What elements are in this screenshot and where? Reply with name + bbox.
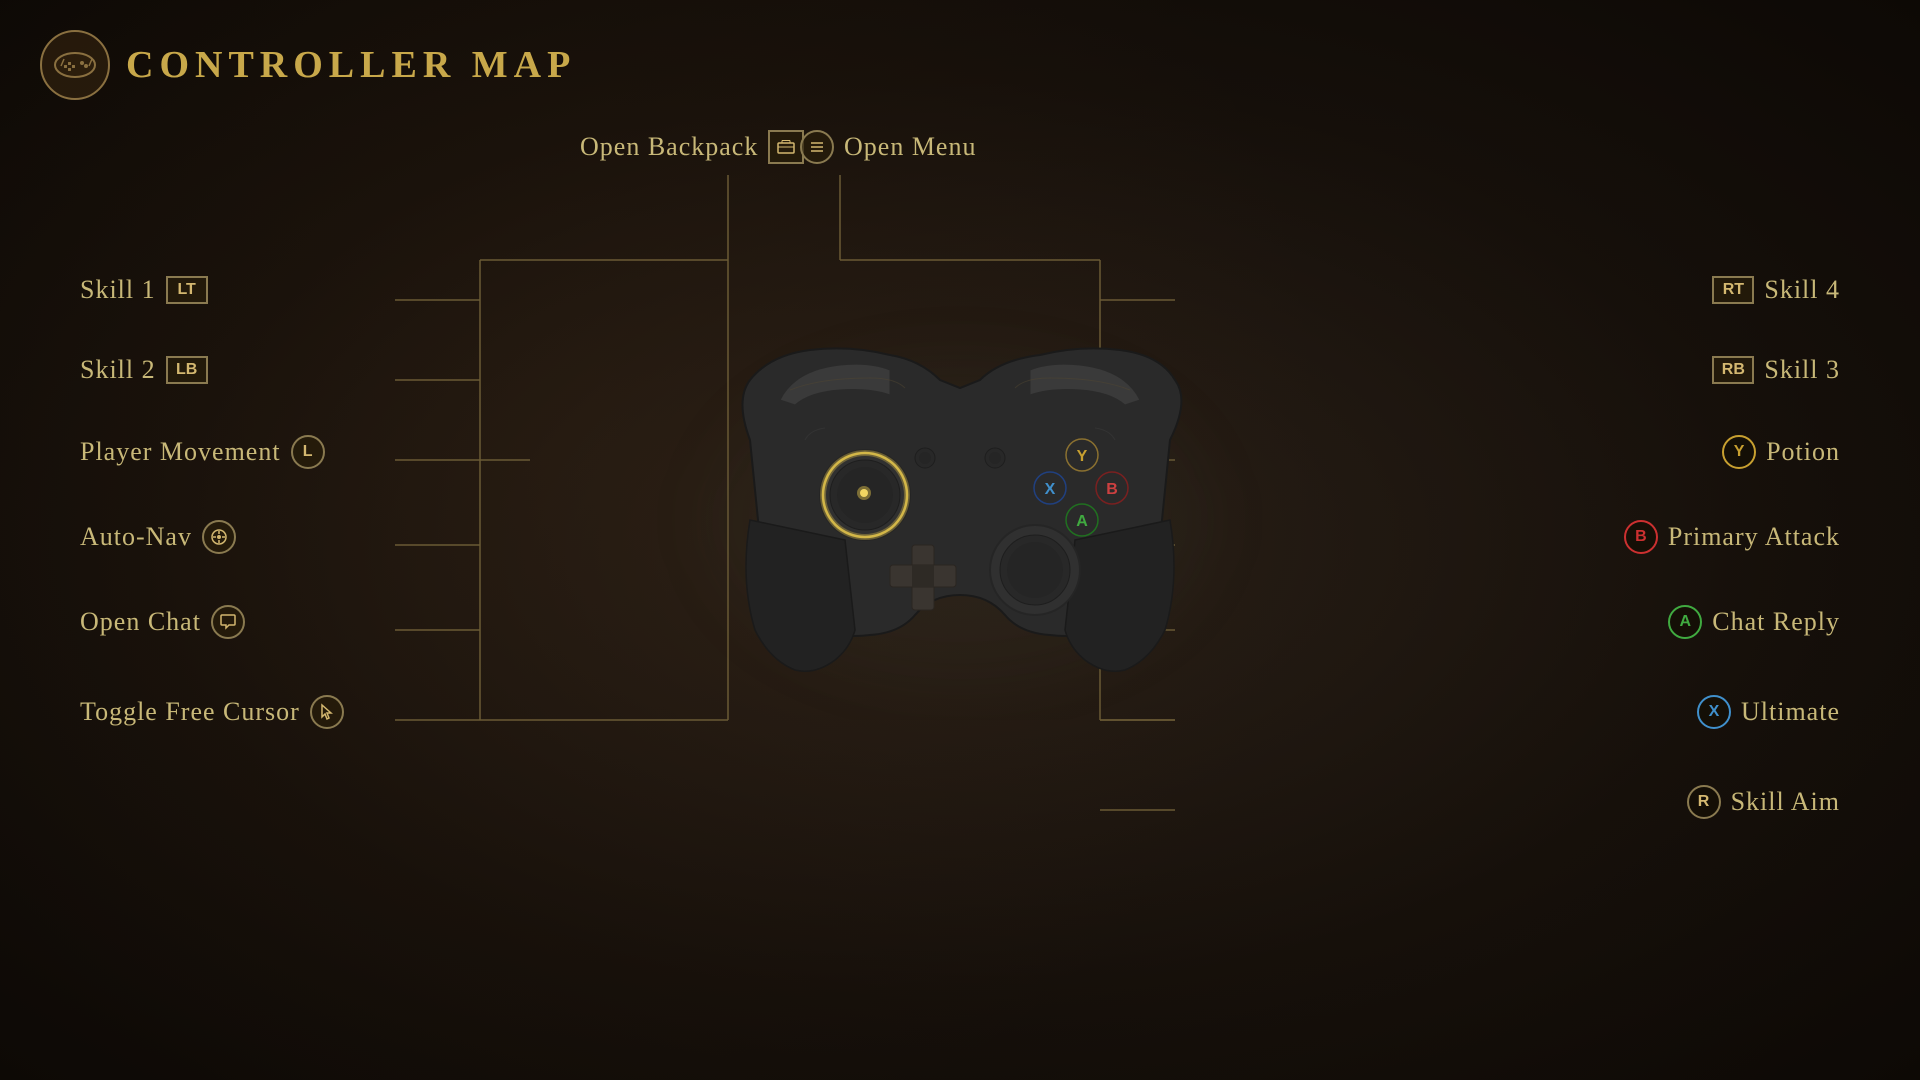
toggle-free-cursor-text: Toggle Free Cursor (80, 697, 300, 727)
ultimate-badge: X (1697, 695, 1731, 729)
chat-reply-badge: A (1668, 605, 1702, 639)
ultimate-text: Ultimate (1741, 697, 1840, 727)
auto-nav-badge (202, 520, 236, 554)
label-open-menu: Open Menu (800, 130, 976, 164)
skill1-text: Skill 1 (80, 275, 156, 305)
label-potion: Y Potion (1722, 435, 1840, 469)
player-movement-badge: L (291, 435, 325, 469)
skill4-badge: RT (1712, 276, 1754, 304)
skill1-badge: LT (166, 276, 208, 304)
player-movement-text: Player Movement (80, 437, 281, 467)
label-skill1: Skill 1 LT (80, 275, 208, 305)
label-primary-attack: B Primary Attack (1624, 520, 1840, 554)
label-open-backpack: Open Backpack (580, 130, 804, 164)
open-chat-badge (211, 605, 245, 639)
potion-text: Potion (1766, 437, 1840, 467)
open-menu-text: Open Menu (844, 132, 976, 162)
label-skill-aim: R Skill Aim (1687, 785, 1840, 819)
potion-badge: Y (1722, 435, 1756, 469)
skill3-badge: RB (1712, 356, 1754, 384)
label-skill4: RT Skill 4 (1712, 275, 1840, 305)
label-skill2: Skill 2 LB (80, 355, 208, 385)
label-open-chat: Open Chat (80, 605, 245, 639)
label-skill3: RB Skill 3 (1712, 355, 1840, 385)
label-auto-nav: Auto-Nav (80, 520, 236, 554)
svg-text:B: B (1106, 481, 1118, 498)
skill-aim-badge: R (1687, 785, 1721, 819)
label-player-movement: Player Movement L (80, 435, 325, 469)
menu-badge (800, 130, 834, 164)
skill2-badge: LB (166, 356, 208, 384)
svg-text:X: X (1045, 481, 1056, 498)
open-backpack-text: Open Backpack (580, 132, 758, 162)
controller-graphic: Y B A X (650, 240, 1270, 720)
skill4-text: Skill 4 (1764, 275, 1840, 305)
skill2-text: Skill 2 (80, 355, 156, 385)
auto-nav-text: Auto-Nav (80, 522, 192, 552)
svg-text:Y: Y (1077, 448, 1088, 465)
skill3-text: Skill 3 (1764, 355, 1840, 385)
primary-attack-badge: B (1624, 520, 1658, 554)
chat-reply-text: Chat Reply (1712, 607, 1840, 637)
primary-attack-text: Primary Attack (1668, 522, 1840, 552)
label-ultimate: X Ultimate (1697, 695, 1840, 729)
title-area: CONTROLLER MAP (40, 30, 576, 100)
svg-text:A: A (1076, 513, 1088, 530)
label-chat-reply: A Chat Reply (1668, 605, 1840, 639)
page-title: CONTROLLER MAP (126, 43, 576, 87)
toggle-free-cursor-badge (310, 695, 344, 729)
skill-aim-text: Skill Aim (1731, 787, 1840, 817)
label-toggle-free-cursor: Toggle Free Cursor (80, 695, 344, 729)
open-chat-text: Open Chat (80, 607, 201, 637)
title-icon (40, 30, 110, 100)
backpack-badge (768, 130, 804, 164)
